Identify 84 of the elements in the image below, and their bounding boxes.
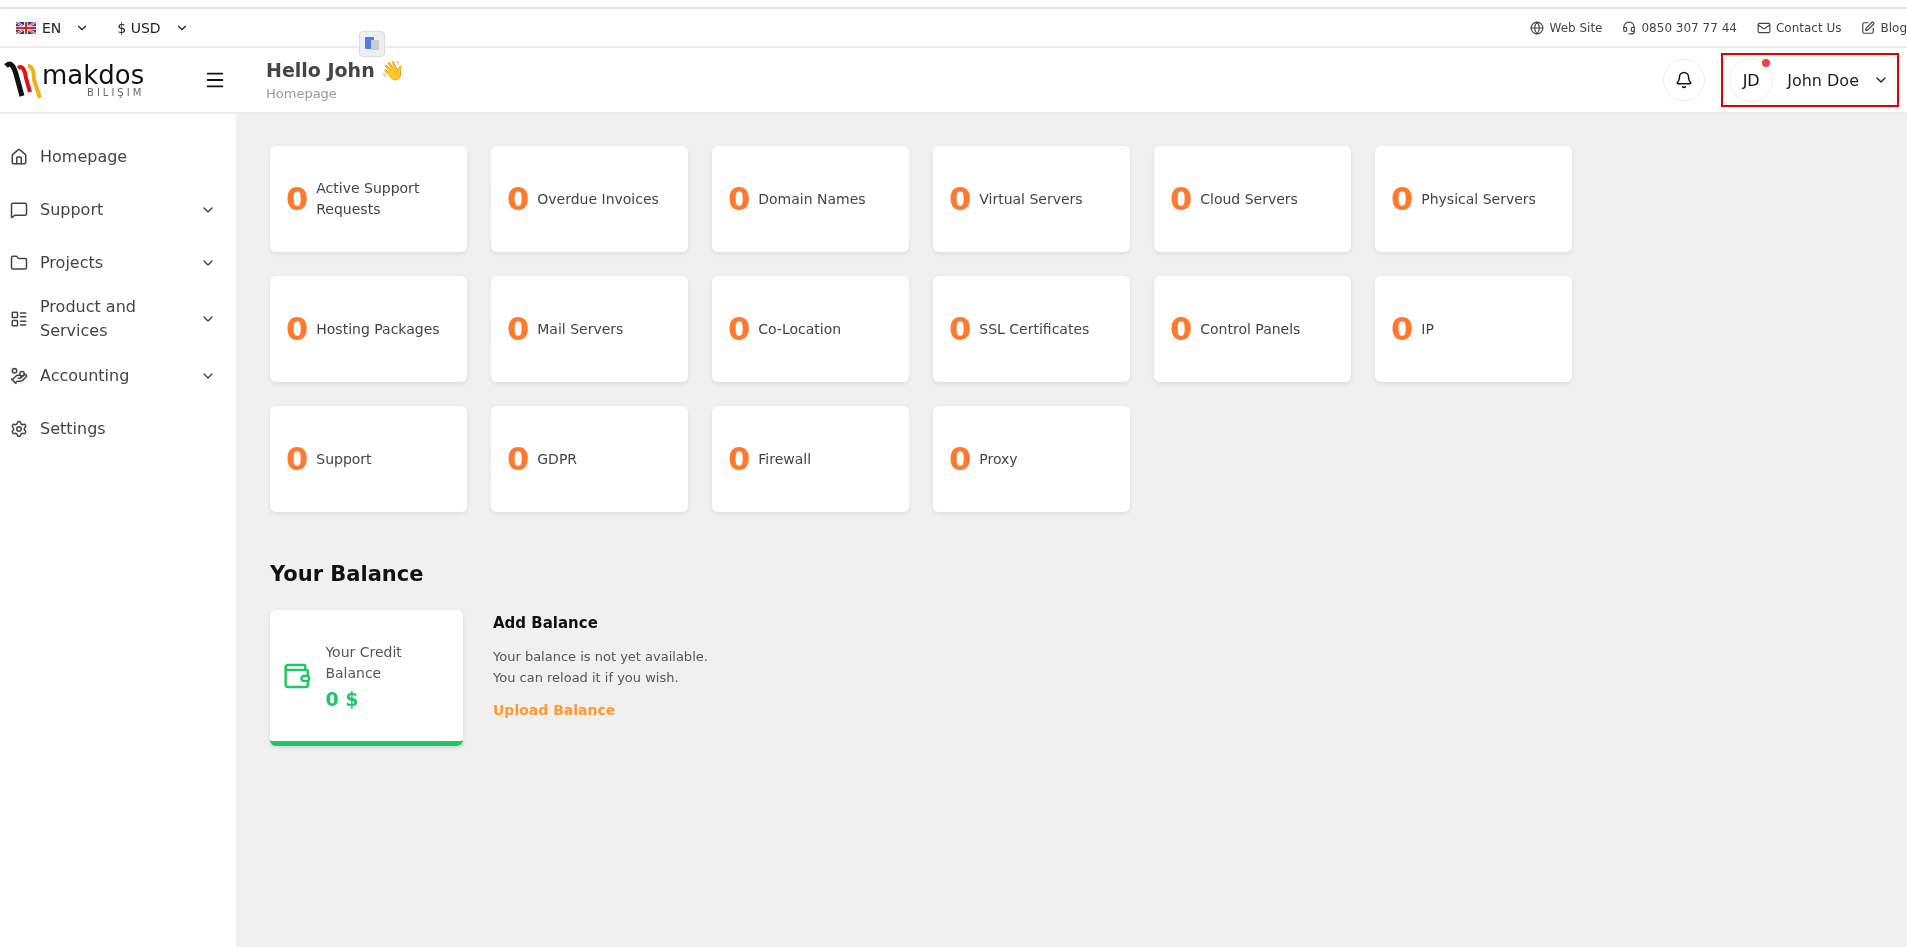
logo-mark-icon [4,60,42,100]
stat-label: Firewall [758,449,812,469]
home-icon [10,147,28,166]
stat-count: 0 [728,180,751,218]
stat-count: 0 [949,180,972,218]
stat-card[interactable]: 0 Mail Servers [491,276,688,382]
stat-count: 0 [1170,310,1193,348]
top-link[interactable]: 0850 307 77 44 [1622,20,1737,35]
add-balance-title: Add Balance [493,614,599,632]
stat-count: 0 [286,440,309,478]
stat-label: Mail Servers [537,319,624,339]
stat-label: Control Panels [1200,319,1301,339]
stat-label: Hosting Packages [316,319,440,339]
top-link[interactable]: Blog [1861,20,1907,35]
stat-label: IP [1421,319,1434,339]
bell-icon [1675,71,1694,89]
stat-card[interactable]: 0 Proxy [933,406,1130,512]
greeting-title: Hello John 👋 [266,59,406,82]
credit-label: Your Credit Balance [325,642,403,683]
stat-label: Domain Names [758,189,866,209]
stat-count: 0 [507,310,530,348]
stat-card[interactable]: 0 Virtual Servers [933,146,1130,252]
stat-label: GDPR [537,449,578,469]
stat-card[interactable]: 0 Hosting Packages [270,276,467,382]
stat-card[interactable]: 0 Firewall [712,406,909,512]
stat-card[interactable]: 0 Cloud Servers [1154,146,1351,252]
stat-label: Physical Servers [1421,189,1536,209]
stat-label: Overdue Invoices [537,189,659,209]
stat-label: Support [316,449,372,469]
stat-label: Cloud Servers [1200,189,1298,209]
stat-label: Proxy [979,449,1018,469]
currency-selector[interactable]: $ USD [117,19,189,36]
stat-count: 0 [1170,180,1193,218]
stat-count: 0 [949,440,972,478]
headset-icon [1622,20,1637,35]
stat-count: 0 [286,180,309,218]
hand-coins-icon [10,366,28,385]
stat-card[interactable]: 0 Overdue Invoices [491,146,688,252]
add-balance-text: Your balance is not yet available. You can reload it if you wish. [493,648,708,687]
stat-label: Active Support Requests [316,179,421,219]
stat-card[interactable]: 0 SSL Certificates [933,276,1130,382]
stat-count: 0 [286,310,309,348]
folder-icon [10,253,28,272]
sidebar-item[interactable]: Homepage [0,136,236,177]
sidebar-item[interactable]: Settings [0,408,236,449]
logo-subtext: BILIŞIM [87,88,145,98]
mail-icon [1756,20,1771,35]
stat-card[interactable]: 0 Co-Location [712,276,909,382]
translate-icon[interactable] [359,31,385,57]
section-title: Your Balance [270,562,425,586]
stat-count: 0 [1391,310,1414,348]
breadcrumb: Homepage [266,86,338,101]
notifications-button[interactable] [1663,59,1706,101]
stat-label: Virtual Servers [979,189,1083,209]
list-icon [10,310,28,328]
stat-card[interactable]: 0 IP [1375,276,1572,382]
top-link[interactable]: Web Site [1530,20,1603,35]
sidebar-item[interactable]: Projects [0,242,236,283]
stat-count: 0 [949,310,972,348]
stat-card[interactable]: 0 Domain Names [712,146,909,252]
uk-flag-icon [16,21,36,34]
sidebar-item[interactable]: Support [0,189,236,230]
globe-icon [1530,20,1545,35]
stat-count: 0 [728,440,751,478]
stat-count: 0 [1391,180,1414,218]
stat-card[interactable]: 0 Control Panels [1154,276,1351,382]
settings-icon [10,419,28,438]
logo-text: makdos [42,62,145,88]
edit-icon [1861,20,1876,35]
sidebar-item[interactable]: Accounting [0,355,236,396]
language-selector[interactable]: EN [16,19,90,36]
stat-card[interactable]: 0 GDPR [491,406,688,512]
stat-label: Co-Location [758,319,842,339]
stat-count: 0 [507,440,530,478]
stat-card[interactable]: 0 Physical Servers [1375,146,1572,252]
chat-icon [10,200,28,219]
top-link[interactable]: Contact Us [1756,20,1842,35]
stat-count: 0 [507,180,530,218]
user-menu-button[interactable]: JD John Doe [1721,53,1899,107]
stat-label: SSL Certificates [979,319,1090,339]
stat-count: 0 [728,310,751,348]
credit-amount: 0 $ [325,687,360,710]
sidebar-item[interactable]: Product and Services [0,295,236,343]
stat-card[interactable]: 0 Support [270,406,467,512]
